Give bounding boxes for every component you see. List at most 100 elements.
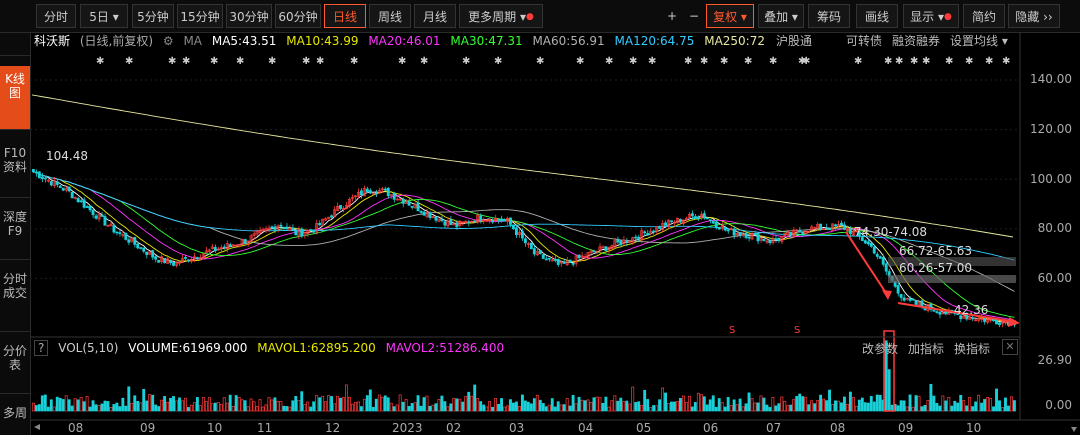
- candle-body: [154, 256, 158, 260]
- candle-body: [100, 214, 104, 217]
- volume-bar: [711, 395, 715, 412]
- event-marker: ✱: [854, 56, 862, 67]
- candle-body: [866, 241, 870, 245]
- volume-bar: [765, 404, 769, 412]
- volume-bar: [926, 400, 930, 412]
- volume-bar: [252, 401, 256, 412]
- switch-indicator-button[interactable]: 换指标: [954, 340, 990, 357]
- volume-bar: [580, 399, 584, 412]
- volume-bar: [798, 393, 802, 412]
- price-tick: 100.00: [1030, 172, 1072, 186]
- candle-body: [848, 229, 852, 235]
- volume-bar: [574, 403, 578, 412]
- volume-bar: [538, 399, 542, 412]
- volume-bar: [184, 397, 187, 412]
- candle-body: [616, 239, 620, 243]
- close-icon[interactable]: ✕: [1002, 339, 1018, 355]
- x-axis-label: 2023: [392, 421, 423, 435]
- volume-bar: [595, 396, 599, 412]
- volume-bar: [684, 402, 688, 412]
- kline-chart[interactable]: ✱ ✱ ✱ ✱ ✱ ✱ ✱ ✱ ✱ ✱ ✱ ✱ ✱ ✱ ✱ ✱ ✱ ✱ ✱ ✱ ✱ ✱ ✱ ✱ ✱✱ ✱ ✱ ✱ ✱ ✱ ✱ ✱ ✱ ✱S S: [0, 0, 1080, 435]
- volume-bar: [416, 395, 420, 412]
- volume-bar: [309, 406, 313, 412]
- scroll-left-icon[interactable]: [34, 424, 40, 430]
- candle-body: [139, 247, 143, 249]
- volume-bar: [604, 396, 608, 412]
- x-axis-label: 12: [325, 421, 341, 435]
- volume-bar: [49, 399, 53, 412]
- volume-bar: [73, 398, 77, 412]
- candle-body: [58, 185, 62, 188]
- volume-bar: [291, 400, 295, 412]
- volume-bar: [523, 400, 527, 412]
- volume-bar: [327, 395, 331, 412]
- zone-label-1: 74.30-74.08: [854, 225, 928, 239]
- volume-bar: [634, 402, 638, 412]
- candle-body: [82, 199, 86, 208]
- candle-body: [512, 224, 515, 230]
- low-price-label: 42.36: [954, 303, 989, 317]
- volume-bar: [246, 406, 250, 412]
- event-marker: ✱: [648, 56, 656, 67]
- volume-bar: [732, 399, 736, 412]
- volume-bar: [124, 405, 128, 412]
- volume-bar: [899, 400, 903, 412]
- candle-body: [407, 201, 411, 206]
- help-icon[interactable]: ?: [34, 340, 49, 356]
- volume-bar: [1007, 405, 1010, 412]
- event-marker: ✱: [802, 56, 810, 67]
- candle-body: [365, 188, 369, 192]
- candle-body: [133, 237, 137, 245]
- candle-body: [312, 229, 316, 233]
- candle-body: [416, 202, 420, 212]
- scroll-down-icon[interactable]: [1071, 427, 1077, 432]
- candle-body: [747, 236, 751, 239]
- candle-body: [70, 191, 74, 199]
- volume-bar: [288, 406, 292, 412]
- change-params-button[interactable]: 改参数: [862, 340, 898, 357]
- volume-bar: [535, 394, 539, 412]
- volume-bar: [422, 397, 426, 412]
- volume-bar: [753, 402, 757, 412]
- x-axis-label: 06: [703, 421, 719, 435]
- candle-body: [49, 181, 53, 186]
- candle-body: [753, 233, 757, 235]
- event-marker: ✱: [210, 56, 218, 67]
- volume-bar: [896, 405, 900, 412]
- volume-bar: [837, 400, 840, 412]
- add-indicator-button[interactable]: 加指标: [908, 340, 944, 357]
- volume-bar: [520, 394, 524, 412]
- candle-body: [777, 237, 781, 241]
- volume-bar: [690, 406, 694, 412]
- volume-bar: [565, 398, 569, 412]
- volume-bar: [863, 402, 867, 412]
- candle-body: [112, 225, 116, 233]
- volume-tick: 26.90: [1037, 353, 1072, 367]
- candle-body: [455, 222, 459, 228]
- volume-bar: [601, 402, 605, 412]
- volume-bar: [270, 399, 274, 412]
- volume-bar: [658, 399, 662, 412]
- volume-bar: [419, 405, 423, 412]
- volume-bar: [816, 400, 820, 412]
- volume-bar: [267, 397, 271, 412]
- volume-bar: [213, 402, 217, 412]
- volume-bar: [848, 391, 852, 412]
- volume-bar: [449, 403, 453, 412]
- candle-body: [187, 259, 190, 262]
- candle-body: [825, 227, 828, 230]
- volume-bar: [34, 405, 38, 412]
- volume-bar: [1012, 400, 1016, 412]
- volume-bar: [231, 406, 235, 412]
- x-axis-label: 05: [636, 421, 652, 435]
- volume-bar: [825, 400, 828, 412]
- volume-bar: [395, 404, 399, 412]
- volume-bar: [440, 395, 444, 412]
- candle-body: [383, 188, 387, 191]
- volume-bar: [61, 399, 65, 412]
- candle-body: [878, 256, 882, 259]
- price-zone-band-2: [888, 275, 1016, 283]
- candle-body: [386, 187, 390, 197]
- volume-bar: [974, 401, 978, 412]
- candle-body: [222, 246, 226, 249]
